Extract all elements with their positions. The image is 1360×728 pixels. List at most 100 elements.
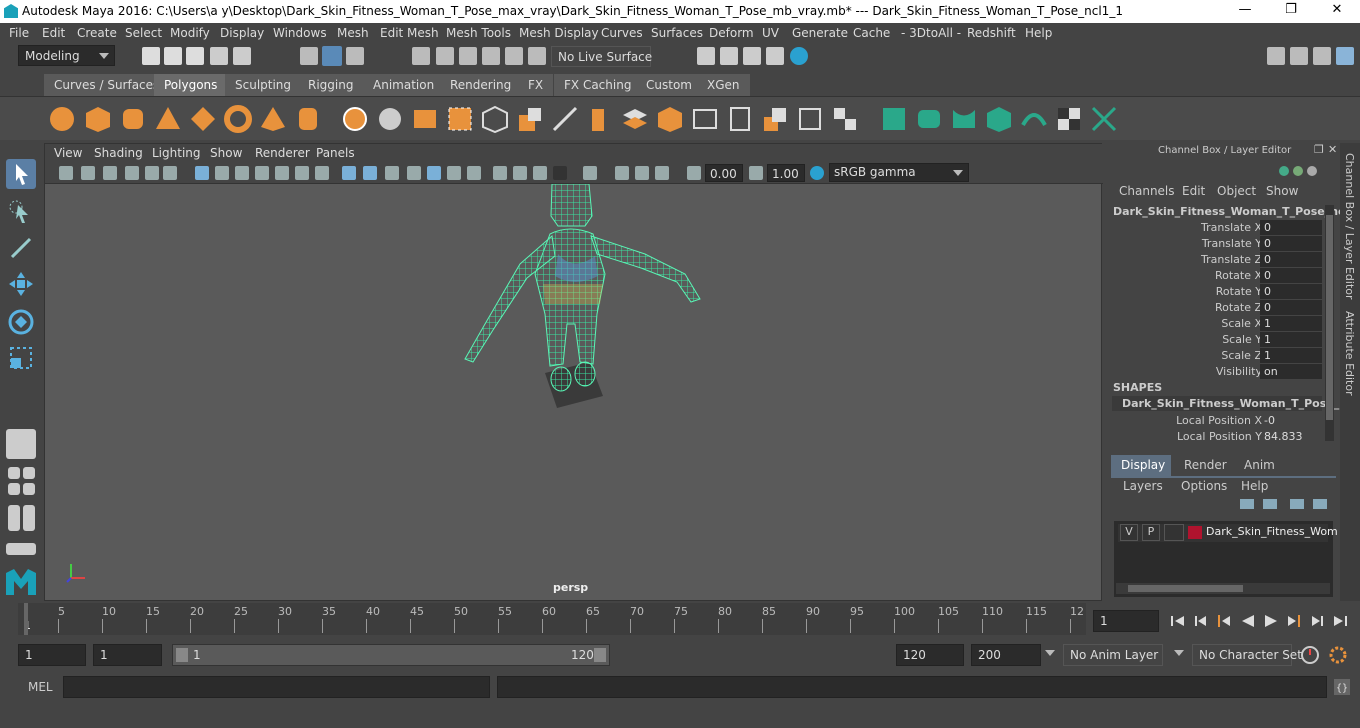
attr-value[interactable]: 0 bbox=[1260, 220, 1322, 235]
attr-scale-y[interactable]: Scale Y1 bbox=[1108, 332, 1322, 348]
persp-outliner-layout-icon[interactable] bbox=[23, 467, 35, 479]
layer-menu-options[interactable]: Options bbox=[1181, 479, 1227, 493]
hypershade-icon[interactable] bbox=[790, 47, 808, 65]
attr-value[interactable]: 1 bbox=[1260, 332, 1322, 347]
layer-display-type-toggle[interactable] bbox=[1164, 524, 1184, 541]
grease-pencil-icon[interactable] bbox=[125, 166, 139, 180]
2d-pan-zoom-icon[interactable] bbox=[145, 166, 159, 180]
shadows-icon[interactable] bbox=[467, 166, 481, 180]
step-back-key-icon[interactable] bbox=[1216, 614, 1232, 628]
select-object-icon[interactable] bbox=[322, 46, 342, 66]
append-icon[interactable] bbox=[656, 105, 684, 133]
select-tool-icon[interactable] bbox=[6, 159, 36, 189]
layer-tab-display[interactable]: Display bbox=[1111, 455, 1171, 476]
safe-title-icon[interactable] bbox=[315, 166, 329, 180]
snap-live-icon[interactable] bbox=[528, 47, 546, 65]
animation-preferences-icon[interactable] bbox=[1328, 645, 1348, 665]
chevron-down-icon[interactable] bbox=[1045, 650, 1055, 656]
menu-mesh-display[interactable]: Mesh Display bbox=[519, 26, 599, 40]
range-bar[interactable]: 1 120 bbox=[172, 644, 610, 666]
automatic-uv-icon[interactable] bbox=[985, 105, 1013, 133]
default-material-icon[interactable] bbox=[385, 166, 399, 180]
select-component-icon[interactable] bbox=[346, 47, 364, 65]
attr-local-position-x[interactable]: Local Position X -0 bbox=[1108, 413, 1320, 429]
mel-input[interactable] bbox=[63, 676, 490, 698]
menu-curves[interactable]: Curves bbox=[601, 26, 643, 40]
channel-box-scrollbar[interactable] bbox=[1325, 205, 1334, 441]
select-hierarchy-icon[interactable] bbox=[300, 47, 318, 65]
hypershade-layout-icon[interactable] bbox=[23, 483, 35, 495]
isolate-select-icon[interactable] bbox=[583, 166, 597, 180]
extrude-icon[interactable] bbox=[586, 105, 614, 133]
attr-translate-z[interactable]: Translate Z0 bbox=[1108, 252, 1322, 268]
live-surface-field[interactable]: No Live Surface bbox=[551, 46, 652, 67]
snap-surface-icon[interactable] bbox=[505, 47, 523, 65]
attr-value[interactable]: 0 bbox=[1260, 268, 1322, 283]
gamma-icon[interactable] bbox=[749, 166, 763, 180]
insert-edge-loop-icon[interactable] bbox=[691, 105, 719, 133]
cb-menu-channels[interactable]: Channels bbox=[1119, 184, 1175, 198]
open-scene-icon[interactable] bbox=[164, 47, 182, 65]
vp-menu-shading[interactable]: Shading bbox=[94, 146, 143, 160]
offset-edge-loop-icon[interactable] bbox=[726, 105, 754, 133]
attribute-editor-toggle-icon[interactable] bbox=[1313, 47, 1331, 65]
perspective-viewport[interactable]: View Shading Lighting Show Renderer Pane… bbox=[44, 143, 1103, 601]
side-tab-attribute-editor[interactable]: Attribute Editor bbox=[1343, 311, 1356, 396]
playhead[interactable] bbox=[24, 603, 28, 635]
playback-start-field[interactable]: 1 bbox=[93, 644, 162, 666]
menu-generate[interactable]: Generate bbox=[792, 26, 848, 40]
playback-end-field[interactable]: 120 bbox=[896, 644, 964, 666]
play-forwards-icon[interactable] bbox=[1263, 614, 1279, 628]
attr-local-position-y[interactable]: Local Position Y 84.833 bbox=[1108, 429, 1320, 445]
range-start-handle[interactable] bbox=[176, 648, 188, 662]
time-slider[interactable]: 5 10 15 20 25 30 35 40 45 50 55 60 65 70 75 80 85 90 95 100… bbox=[0, 603, 1360, 639]
target-weld-icon[interactable] bbox=[796, 105, 824, 133]
cb-menu-object[interactable]: Object bbox=[1217, 184, 1256, 198]
menu-3dtoall[interactable]: - 3DtoAll - bbox=[901, 26, 961, 40]
bevel-icon[interactable] bbox=[516, 105, 544, 133]
animation-start-field[interactable]: 1 bbox=[18, 644, 86, 666]
poly-pipe-icon[interactable] bbox=[294, 105, 322, 133]
layer-tab-render[interactable]: Render bbox=[1174, 455, 1232, 476]
attr-rotate-z[interactable]: Rotate Z0 bbox=[1108, 300, 1322, 316]
menu-cache[interactable]: Cache bbox=[853, 26, 890, 40]
paint-select-tool-icon[interactable] bbox=[6, 233, 36, 263]
use-all-lights-icon[interactable] bbox=[447, 166, 461, 180]
attr-value[interactable]: 0 bbox=[1260, 236, 1322, 251]
layer-menu-layers[interactable]: Layers bbox=[1123, 479, 1163, 493]
animation-end-field[interactable]: 200 bbox=[971, 644, 1041, 666]
rotate-tool-icon[interactable] bbox=[6, 307, 36, 337]
depth-of-field-icon[interactable] bbox=[553, 166, 567, 180]
reduce-icon[interactable] bbox=[481, 105, 509, 133]
side-tab-channel-box[interactable]: Channel Box / Layer Editor bbox=[1343, 153, 1356, 300]
uv-layout-icon[interactable] bbox=[23, 505, 35, 531]
layer-hscrollbar[interactable] bbox=[1116, 583, 1330, 594]
time-ruler[interactable]: 5 10 15 20 25 30 35 40 45 50 55 60 65 70 75 80 85 90 95 100… bbox=[18, 603, 1086, 635]
gate-mask-icon[interactable] bbox=[255, 166, 269, 180]
cylindrical-uv-icon[interactable] bbox=[915, 105, 943, 133]
current-frame-field[interactable]: 1 bbox=[1093, 610, 1159, 632]
camera-attributes-icon[interactable] bbox=[59, 166, 73, 180]
tab-xgen[interactable]: XGen bbox=[697, 74, 750, 96]
snap-curve-icon[interactable] bbox=[436, 47, 454, 65]
layer-row[interactable]: V P Dark_Skin_Fitness_Wom bbox=[1118, 524, 1338, 542]
menu-deform[interactable]: Deform bbox=[709, 26, 754, 40]
tab-animation[interactable]: Animation bbox=[363, 74, 445, 96]
custom-layout-icon[interactable] bbox=[6, 543, 36, 555]
ipr-render-icon[interactable] bbox=[743, 47, 761, 65]
cb-menu-edit[interactable]: Edit bbox=[1182, 184, 1205, 198]
color-management-icon[interactable] bbox=[810, 166, 824, 180]
render-frame-icon[interactable] bbox=[720, 47, 738, 65]
menu-windows[interactable]: Windows bbox=[273, 26, 327, 40]
step-back-frame-icon[interactable] bbox=[1193, 614, 1209, 628]
chevron-down-icon[interactable] bbox=[1174, 650, 1184, 656]
menu-surfaces[interactable]: Surfaces bbox=[651, 26, 703, 40]
menu-mesh-tools[interactable]: Mesh Tools bbox=[446, 26, 511, 40]
film-gate-icon[interactable] bbox=[215, 166, 229, 180]
mel-label[interactable]: MEL bbox=[28, 680, 53, 694]
attr-value[interactable]: 1 bbox=[1260, 348, 1322, 363]
tab-rendering[interactable]: Rendering bbox=[440, 74, 522, 96]
auto-keyframe-icon[interactable] bbox=[1300, 645, 1320, 665]
persp-graph-layout-icon[interactable] bbox=[8, 483, 20, 495]
attr-translate-y[interactable]: Translate Y0 bbox=[1108, 236, 1322, 252]
